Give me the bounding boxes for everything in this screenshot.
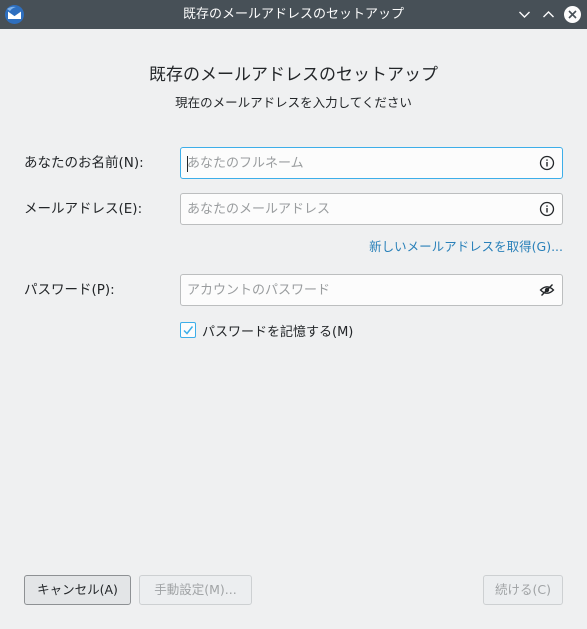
eye-slash-icon[interactable]	[539, 282, 555, 298]
remember-password-label: パスワードを記憶する(M)	[202, 324, 354, 340]
name-field[interactable]	[180, 147, 563, 179]
window-title: 既存のメールアドレスのセットアップ	[182, 7, 404, 22]
email-label: メールアドレス(E):	[24, 201, 143, 217]
manual-config-button[interactable]: 手動設定(M)...	[139, 575, 252, 605]
remember-password-row[interactable]: パスワードを記憶する(M)	[180, 321, 354, 340]
page-subtitle: 現在のメールアドレスを入力してください	[175, 95, 412, 110]
remember-password-checkbox[interactable]	[180, 322, 196, 338]
title-bar[interactable]: 既存のメールアドレスのセットアップ	[0, 0, 587, 29]
text-caret	[187, 156, 188, 172]
continue-button[interactable]: 続ける(C)	[483, 575, 563, 605]
name-label: あなたのお名前(N):	[24, 155, 144, 171]
info-icon[interactable]	[539, 201, 555, 217]
password-label: パスワード(P):	[24, 282, 115, 298]
email-field[interactable]	[180, 193, 563, 225]
get-new-email-link[interactable]: 新しいメールアドレスを取得(G)...	[369, 236, 563, 255]
password-input[interactable]	[187, 275, 527, 305]
page-title: 既存のメールアドレスのセットアップ	[149, 65, 438, 85]
checkmark-icon	[183, 326, 194, 335]
email-input[interactable]	[187, 194, 527, 224]
maximize-chevron-up-icon[interactable]	[539, 5, 558, 24]
minimize-chevron-down-icon[interactable]	[515, 5, 534, 24]
info-icon[interactable]	[539, 155, 555, 171]
cancel-button[interactable]: キャンセル(A)	[24, 575, 131, 605]
name-input[interactable]	[187, 148, 527, 178]
close-icon[interactable]	[563, 5, 582, 24]
password-field[interactable]	[180, 274, 563, 306]
